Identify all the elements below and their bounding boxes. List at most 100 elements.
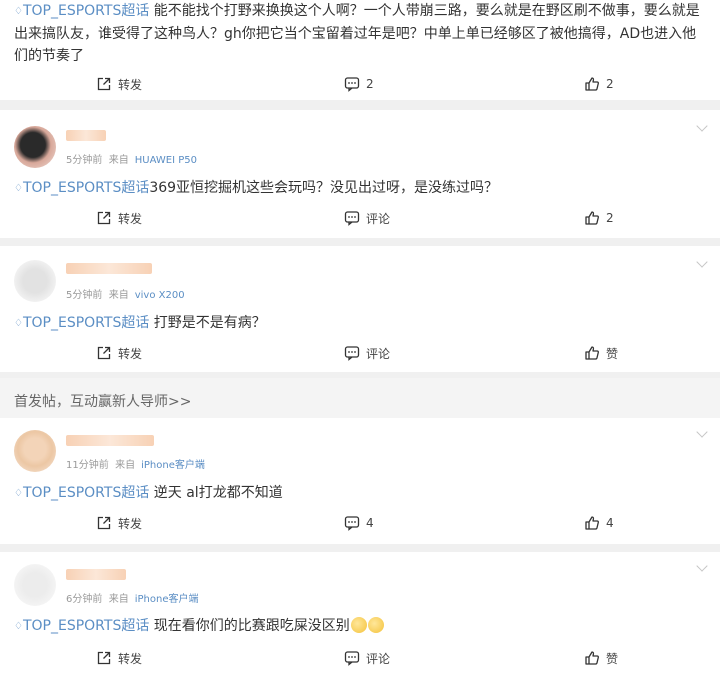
repost-button[interactable]: 转发: [96, 73, 142, 95]
comment-icon: [344, 76, 360, 92]
diamond-icon: ♢: [14, 6, 23, 17]
action-bar: 转发 评论 2: [0, 207, 720, 229]
comment-icon: [344, 650, 360, 666]
share-icon: [96, 515, 112, 531]
thumbs-up-icon: [584, 515, 600, 531]
comment-card: 11分钟前 来自 iPhone客户端 ♢TOP_ESPORTS超话 逆天 al打龙…: [0, 418, 720, 544]
topic-tag-link[interactable]: ♢TOP_ESPORTS超话: [14, 485, 149, 501]
post-meta: 5分钟前 来自 vivo X200: [66, 286, 185, 301]
comment-label: 评论: [366, 651, 391, 666]
comment-body: ♢TOP_ESPORTS超话 逆天 al打龙都不知道: [14, 482, 700, 505]
topic-tag-link[interactable]: ♢TOP_ESPORTS超话: [14, 618, 149, 634]
post-meta: 11分钟前 来自 iPhone客户端: [66, 456, 205, 471]
chevron-down-icon[interactable]: [696, 426, 708, 438]
comment-body: ♢TOP_ESPORTS超话 现在看你们的比赛跟吃屎没区别: [14, 615, 700, 638]
comment-icon: [344, 210, 360, 226]
avatar[interactable]: [14, 260, 56, 302]
topic-tag-link[interactable]: ♢TOP_ESPORTS超话: [14, 315, 149, 331]
repost-label: 转发: [118, 516, 143, 531]
device-name: vivo X200: [134, 290, 185, 301]
repost-label: 转发: [118, 211, 143, 226]
repost-button[interactable]: 转发: [96, 342, 142, 364]
like-count: 2: [606, 77, 614, 91]
device-name: iPhone客户端: [134, 594, 199, 605]
thumbs-up-icon: [584, 76, 600, 92]
like-count: 4: [606, 516, 614, 530]
repost-button[interactable]: 转发: [96, 207, 142, 229]
repost-label: 转发: [118, 651, 143, 666]
avatar[interactable]: [14, 430, 56, 472]
comment-card: ♢TOP_ESPORTS超话 能不能找个打野来换换这个人啊？一个人带崩三路，要么…: [0, 0, 720, 100]
blurred-username[interactable]: [66, 263, 152, 274]
diamond-icon: ♢: [14, 183, 23, 194]
comment-card: 5分钟前 来自 vivo X200 ♢TOP_ESPORTS超话 打野是不是有病？…: [0, 246, 720, 372]
post-time: 6分钟前: [66, 594, 103, 605]
comment-button[interactable]: 评论: [344, 207, 390, 229]
comment-text: 打野是不是有病？: [153, 315, 266, 331]
comment-text: 现在看你们的比赛跟吃屎没区别: [153, 618, 350, 634]
from-label: 来自: [108, 155, 129, 166]
banner-text: 首发帖，互动赢新人导师>>: [14, 394, 192, 410]
from-label: 来自: [108, 594, 129, 605]
like-button[interactable]: 2: [584, 73, 614, 95]
topic-tag-link[interactable]: ♢TOP_ESPORTS超话: [14, 3, 149, 19]
like-button[interactable]: 赞: [584, 647, 618, 669]
post-meta: 6分钟前 来自 iPhone客户端: [66, 590, 199, 605]
comment-button[interactable]: 评论: [344, 342, 390, 364]
comment-button[interactable]: 评论: [344, 647, 390, 669]
comment-count: 4: [366, 516, 374, 530]
comment-body: ♢TOP_ESPORTS超话 能不能找个打野来换换这个人啊？一个人带崩三路，要么…: [14, 0, 700, 67]
comment-icon: [344, 345, 360, 361]
avatar[interactable]: [14, 126, 56, 168]
from-label: 来自: [108, 290, 129, 301]
diamond-icon: ♢: [14, 488, 23, 499]
thumbs-up-icon: [584, 650, 600, 666]
thumbs-up-icon: [584, 345, 600, 361]
repost-label: 转发: [118, 77, 143, 92]
share-icon: [96, 210, 112, 226]
post-time: 5分钟前: [66, 290, 103, 301]
blurred-username[interactable]: [66, 435, 154, 446]
share-icon: [96, 650, 112, 666]
comment-icon: [344, 515, 360, 531]
like-button[interactable]: 4: [584, 512, 614, 534]
thumbs-up-icon: [584, 210, 600, 226]
diamond-icon: ♢: [14, 318, 23, 329]
comment-body: ♢TOP_ESPORTS超话369亚恒挖掘机这些会玩吗？没见出过呀，是没练过吗？: [14, 177, 700, 200]
like-button[interactable]: 2: [584, 207, 614, 229]
new-user-mentor-banner[interactable]: 首发帖，互动赢新人导师>>: [0, 378, 720, 422]
comment-label: 评论: [366, 346, 391, 361]
post-meta: 5分钟前 来自 HUAWEI P50: [66, 151, 197, 166]
repost-button[interactable]: 转发: [96, 512, 142, 534]
action-bar: 转发 评论 赞: [0, 342, 720, 364]
comment-card: 6分钟前 来自 iPhone客户端 ♢TOP_ESPORTS超话 现在看你们的比赛…: [0, 552, 720, 677]
chevron-down-icon[interactable]: [696, 560, 708, 572]
like-button[interactable]: 赞: [584, 342, 618, 364]
smile-emoji-icon: [367, 617, 384, 633]
like-label: 赞: [606, 651, 619, 666]
comment-label: 评论: [366, 211, 391, 226]
chevron-down-icon[interactable]: [696, 120, 708, 132]
like-label: 赞: [606, 346, 619, 361]
repost-button[interactable]: 转发: [96, 647, 142, 669]
comment-text: 369亚恒挖掘机这些会玩吗？没见出过呀，是没练过吗？: [149, 180, 499, 196]
topic-tag-link[interactable]: ♢TOP_ESPORTS超话: [14, 180, 149, 196]
comment-count: 2: [366, 77, 374, 91]
comment-button[interactable]: 4: [344, 512, 374, 534]
action-bar: 转发 2 2: [0, 73, 720, 95]
blurred-username[interactable]: [66, 569, 126, 580]
blurred-username[interactable]: [66, 130, 106, 141]
like-count: 2: [606, 211, 614, 225]
smile-emoji-icon: [350, 617, 367, 633]
share-icon: [96, 345, 112, 361]
post-time: 5分钟前: [66, 155, 103, 166]
diamond-icon: ♢: [14, 621, 23, 632]
comment-body: ♢TOP_ESPORTS超话 打野是不是有病？: [14, 312, 700, 335]
action-bar: 转发 4 4: [0, 512, 720, 534]
comment-button[interactable]: 2: [344, 73, 374, 95]
chevron-down-icon[interactable]: [696, 256, 708, 268]
comment-card: 5分钟前 来自 HUAWEI P50 ♢TOP_ESPORTS超话369亚恒挖掘机…: [0, 110, 720, 238]
action-bar: 转发 评论 赞: [0, 647, 720, 669]
avatar[interactable]: [14, 564, 56, 606]
comment-text: 逆天 al打龙都不知道: [153, 485, 283, 501]
